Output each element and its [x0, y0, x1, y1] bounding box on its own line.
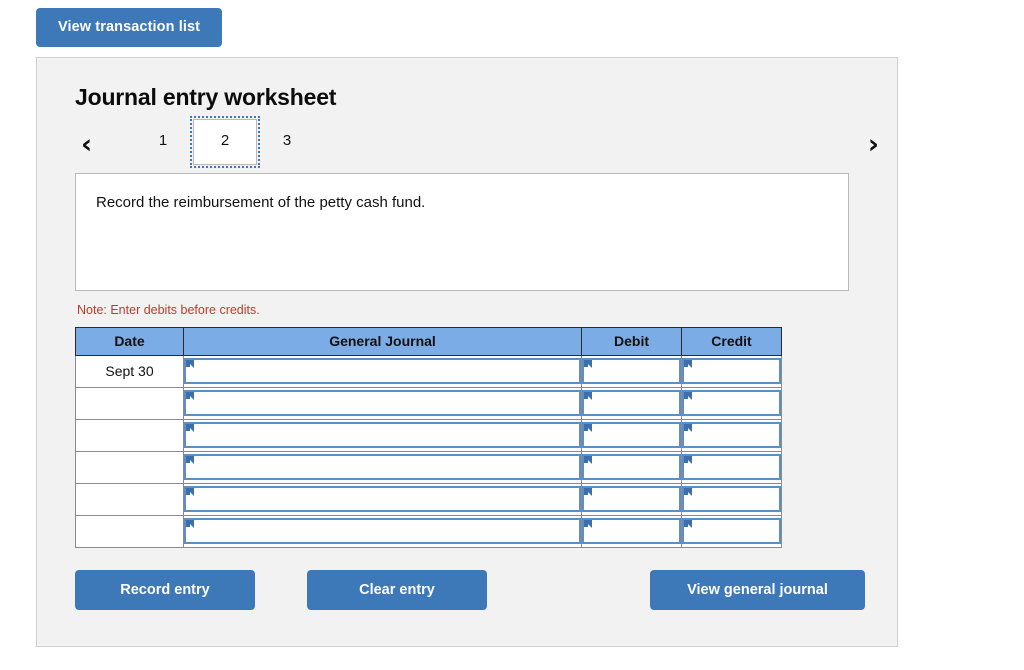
journal-credit-field-cell	[681, 451, 782, 484]
dropdown-marker-icon[interactable]	[684, 520, 693, 531]
worksheet-tab-1[interactable]: 1	[133, 123, 193, 160]
journal-account-field[interactable]	[184, 454, 581, 480]
view-transaction-list-button[interactable]: View transaction list	[36, 8, 223, 47]
table-header-row: Date General Journal Debit Credit	[75, 326, 782, 356]
journal-account-field[interactable]	[184, 518, 581, 544]
dropdown-marker-icon[interactable]	[584, 360, 593, 371]
dropdown-marker-icon[interactable]	[584, 392, 593, 403]
record-entry-button[interactable]: Record entry	[75, 569, 255, 610]
debits-before-credits-note: Note: Enter debits before credits.	[77, 302, 260, 317]
column-header-debit: Debit	[581, 326, 682, 356]
journal-entry-worksheet-panel: Journal entry worksheet ‹ 1 2 3 › Record…	[36, 56, 898, 647]
dropdown-marker-icon[interactable]	[584, 488, 593, 499]
table-row	[75, 483, 782, 516]
table-row	[75, 515, 782, 548]
dropdown-marker-icon[interactable]	[684, 392, 693, 403]
journal-debit-field-cell	[581, 419, 682, 452]
table-row: Sept 30	[75, 355, 782, 388]
view-general-journal-button[interactable]: View general journal	[650, 569, 865, 610]
journal-date-cell[interactable]	[75, 515, 184, 548]
journal-debit-field[interactable]	[582, 390, 681, 416]
journal-entry-table: Date General Journal Debit Credit Sept 3…	[75, 326, 782, 548]
dropdown-marker-icon[interactable]	[684, 424, 693, 435]
column-header-date: Date	[75, 326, 184, 356]
table-row	[75, 451, 782, 484]
dropdown-marker-icon[interactable]	[684, 488, 693, 499]
journal-debit-field[interactable]	[582, 518, 681, 544]
table-row	[75, 387, 782, 420]
journal-credit-field[interactable]	[682, 390, 781, 416]
column-header-credit: Credit	[681, 326, 782, 356]
journal-credit-field[interactable]	[682, 518, 781, 544]
clear-entry-button[interactable]: Clear entry	[307, 569, 487, 610]
journal-date-cell[interactable]	[75, 387, 184, 420]
transaction-prompt-text: Record the reimbursement of the petty ca…	[96, 193, 426, 211]
page-title: Journal entry worksheet	[75, 83, 337, 110]
dropdown-marker-icon[interactable]	[186, 456, 195, 467]
dropdown-marker-icon[interactable]	[684, 456, 693, 467]
journal-account-field[interactable]	[184, 422, 581, 448]
journal-account-field-cell	[183, 451, 582, 484]
worksheet-pager: ‹ 1 2 3 ›	[75, 115, 887, 175]
journal-credit-field[interactable]	[682, 486, 781, 512]
journal-debit-field[interactable]	[582, 358, 681, 384]
dropdown-marker-icon[interactable]	[186, 488, 195, 499]
journal-account-field[interactable]	[184, 358, 581, 384]
journal-credit-field[interactable]	[682, 454, 781, 480]
journal-debit-field-cell	[581, 483, 682, 516]
dropdown-marker-icon[interactable]	[584, 520, 593, 531]
dropdown-marker-icon[interactable]	[584, 424, 593, 435]
journal-credit-field[interactable]	[682, 358, 781, 384]
journal-date-cell[interactable]	[75, 483, 184, 516]
journal-account-field-cell	[183, 515, 582, 548]
journal-credit-field-cell	[681, 387, 782, 420]
journal-table-body: Sept 30	[75, 355, 782, 548]
journal-account-field-cell	[183, 355, 582, 388]
dropdown-marker-icon[interactable]	[684, 360, 693, 371]
journal-account-field-cell	[183, 483, 582, 516]
journal-account-field[interactable]	[184, 486, 581, 512]
dropdown-marker-icon[interactable]	[186, 520, 195, 531]
journal-account-field-cell	[183, 419, 582, 452]
worksheet-tab-list: 1 2 3	[133, 115, 317, 169]
journal-credit-field[interactable]	[682, 422, 781, 448]
worksheet-tab-3[interactable]: 3	[257, 123, 317, 160]
journal-debit-field-cell	[581, 355, 682, 388]
journal-date-cell[interactable]: Sept 30	[75, 355, 184, 388]
dropdown-marker-icon[interactable]	[186, 424, 195, 435]
journal-debit-field-cell	[581, 451, 682, 484]
dropdown-marker-icon[interactable]	[186, 392, 195, 403]
journal-debit-field[interactable]	[582, 486, 681, 512]
chevron-left-icon[interactable]: ‹	[81, 131, 92, 158]
top-toolbar: View transaction list	[0, 0, 1024, 47]
journal-date-cell[interactable]	[75, 419, 184, 452]
journal-account-field[interactable]	[184, 390, 581, 416]
journal-credit-field-cell	[681, 419, 782, 452]
worksheet-footer: Record entry Clear entry View general jo…	[75, 569, 865, 610]
chevron-right-icon[interactable]: ›	[868, 131, 879, 158]
worksheet-tab-2[interactable]: 2	[190, 115, 260, 169]
journal-debit-field[interactable]	[582, 454, 681, 480]
column-header-general-journal: General Journal	[183, 326, 582, 356]
journal-credit-field-cell	[681, 355, 782, 388]
journal-account-field-cell	[183, 387, 582, 420]
dropdown-marker-icon[interactable]	[584, 456, 593, 467]
table-row	[75, 419, 782, 452]
journal-debit-field[interactable]	[582, 422, 681, 448]
journal-credit-field-cell	[681, 483, 782, 516]
journal-debit-field-cell	[581, 387, 682, 420]
dropdown-marker-icon[interactable]	[186, 360, 195, 371]
transaction-prompt-box: Record the reimbursement of the petty ca…	[75, 172, 849, 291]
journal-credit-field-cell	[681, 515, 782, 548]
journal-date-cell[interactable]	[75, 451, 184, 484]
journal-debit-field-cell	[581, 515, 682, 548]
